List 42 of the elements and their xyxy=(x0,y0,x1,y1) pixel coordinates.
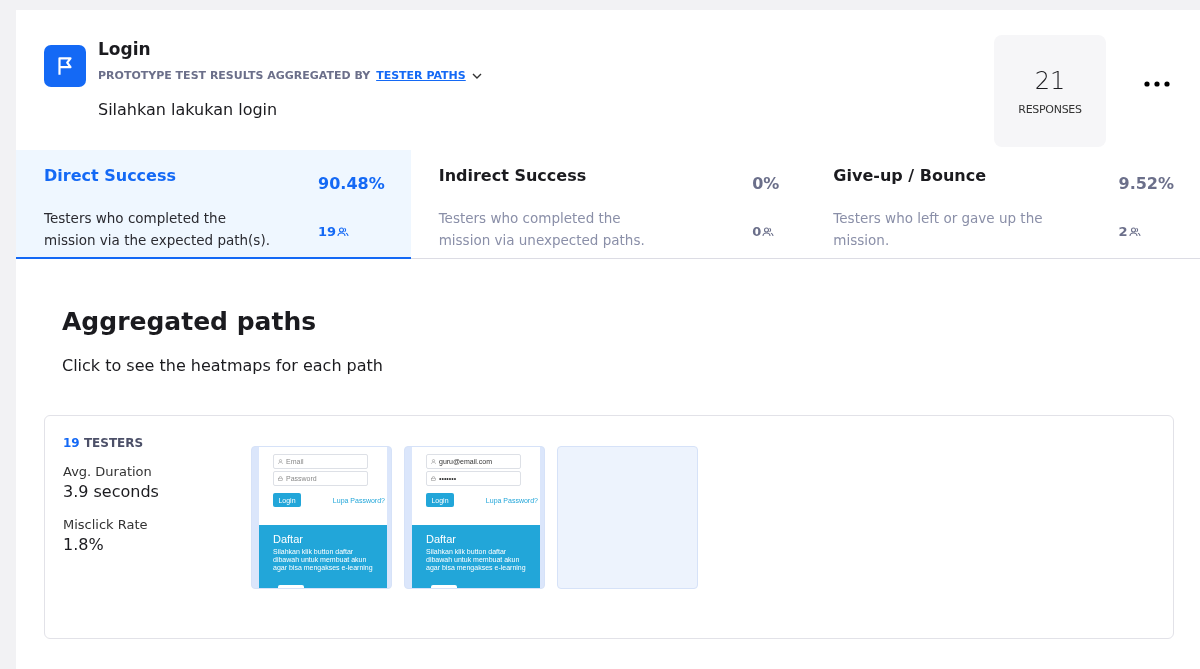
people-icon xyxy=(337,226,350,237)
tab-percent: 90.48% xyxy=(318,174,385,193)
metric-label: Misclick Rate xyxy=(63,517,149,532)
register-heading: Daftar xyxy=(273,533,304,545)
register-heading: Daftar xyxy=(426,533,457,545)
mission-title: Login xyxy=(98,39,152,59)
result-tab[interactable]: Give-up / Bounce 9.52% Testers who left or gave up the mission. 2 xyxy=(805,150,1200,259)
user-icon xyxy=(278,459,283,464)
tester-count: 19 xyxy=(318,224,337,239)
tester-count: 2 xyxy=(1118,224,1128,239)
tab-title: Give-up / Bounce xyxy=(833,166,987,187)
lock-icon xyxy=(431,476,436,481)
tab-description: Testers who left or gave up the mission. xyxy=(833,209,1044,250)
section-subtitle: Click to see the heatmaps for each path xyxy=(62,356,384,375)
screen-thumbnail[interactable] xyxy=(557,446,698,589)
mission-description: Silahkan lakukan login xyxy=(98,100,279,119)
testers-count: 19 TESTERS xyxy=(63,436,145,450)
responses-label: RESPONSES xyxy=(1018,102,1082,116)
more-options-icon[interactable] xyxy=(1144,81,1170,87)
user-icon xyxy=(431,459,436,464)
lock-icon xyxy=(278,476,283,481)
aggregation-link[interactable]: TESTER PATHS xyxy=(376,69,466,82)
flag-icon xyxy=(44,45,86,87)
responses-count: 21 xyxy=(1034,66,1066,95)
metric-value: 3.9 seconds xyxy=(63,482,160,501)
tab-percent: 9.52% xyxy=(1118,174,1174,193)
people-icon xyxy=(1128,226,1141,237)
results-subtitle: PROTOTYPE TEST RESULTS AGGREGATED BY xyxy=(98,69,371,82)
tab-description: Testers who completed the mission via unexpected paths. xyxy=(438,209,646,250)
tab-title: Indirect Success xyxy=(438,166,588,187)
path-card[interactable] xyxy=(44,415,1174,639)
metric-label: Avg. Duration xyxy=(63,464,153,479)
tab-percent: 0% xyxy=(752,174,780,193)
tester-count: 0 xyxy=(752,224,762,239)
people-icon xyxy=(762,226,775,237)
result-tab[interactable]: Indirect Success 0% Testers who completed the mission via unexpected paths. 0 xyxy=(410,150,806,259)
chevron-down-icon[interactable] xyxy=(471,72,482,79)
metric-value: 1.8% xyxy=(63,535,105,554)
tab-title: Direct Success xyxy=(44,166,177,187)
section-title: Aggregated paths xyxy=(62,307,318,336)
result-tab[interactable]: Direct Success 90.48% Testers who completed the mission via the expected path(s). 19 xyxy=(16,150,411,259)
tab-description: Testers who completed the mission via the expected path(s). xyxy=(44,209,271,250)
